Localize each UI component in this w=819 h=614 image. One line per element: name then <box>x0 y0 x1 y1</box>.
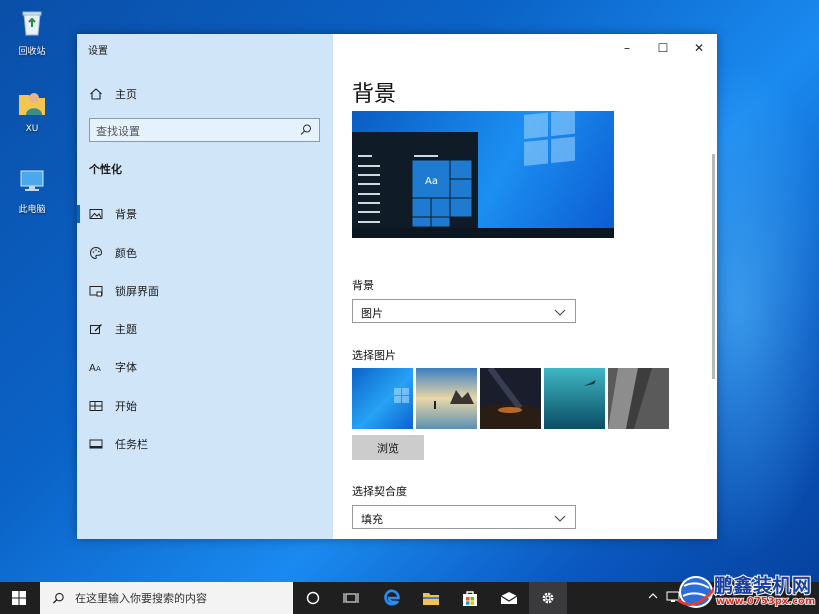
desktop-icon-label: XU <box>25 124 39 134</box>
minimize-button[interactable]: – <box>609 34 645 62</box>
windows-start-icon <box>12 591 26 605</box>
thumbnail-rock-cliff[interactable] <box>608 368 669 429</box>
settings-nav-pane: 设置 主页 查找设置 个性化 背景 颜色 锁屏界面 主题 A A 字体 开始 任… <box>77 34 333 539</box>
nav-item-label: 颜色 <box>115 247 137 260</box>
search-icon <box>300 124 311 135</box>
search-icon <box>52 592 64 604</box>
watermark-url: www.0753px.com <box>715 595 816 608</box>
nav-item-label: 任务栏 <box>115 438 148 451</box>
dropdown-value: 填充 <box>361 513 383 526</box>
chevron-down-icon <box>554 309 566 316</box>
desktop-icon-this-pc[interactable]: 此电脑 <box>8 166 56 215</box>
computer-icon <box>20 170 44 191</box>
lock-screen-icon <box>89 286 103 297</box>
palette-icon <box>89 246 103 260</box>
dropdown-value: 图片 <box>361 307 383 320</box>
window-caption-buttons: – ☐ ✕ <box>609 34 717 62</box>
nav-item-colors[interactable]: 颜色 <box>77 240 333 266</box>
store-bag-icon <box>463 591 477 606</box>
svg-text:A: A <box>96 365 101 373</box>
nav-item-fonts[interactable]: A A 字体 <box>77 354 333 380</box>
start-button[interactable] <box>0 582 38 614</box>
taskbar-app-edge[interactable] <box>373 582 411 614</box>
preview-illustration: Aa <box>352 111 614 238</box>
desktop-icon-label: 回收站 <box>18 47 46 57</box>
search-placeholder: 查找设置 <box>96 125 140 138</box>
taskbar-app-mail[interactable] <box>490 582 528 614</box>
preview-taskbar <box>352 228 614 238</box>
nav-item-taskbar[interactable]: 任务栏 <box>77 431 333 457</box>
nav-item-label: 字体 <box>115 361 137 374</box>
start-tiles-icon <box>89 401 103 411</box>
gear-icon <box>542 592 554 604</box>
taskbar-icon <box>89 439 103 449</box>
nav-item-label: 锁屏界面 <box>115 285 159 298</box>
picture-thumbnails <box>352 368 669 429</box>
nav-home-button[interactable]: 主页 <box>89 86 137 102</box>
thumbnail-night-sky[interactable] <box>480 368 541 429</box>
chevron-down-icon <box>554 515 566 522</box>
recycle-bin-icon <box>22 11 42 36</box>
edge-browser-icon <box>384 589 400 606</box>
settings-content-pane: – ☐ ✕ 背景 Aa 背景 图片 选择图片 浏览 选择契合度 填充 <box>333 34 717 539</box>
taskbar-app-file-explorer[interactable] <box>412 582 450 614</box>
settings-window: 设置 主页 查找设置 个性化 背景 颜色 锁屏界面 主题 A A 字体 开始 任… <box>77 34 717 539</box>
cortana-circle-icon <box>306 591 320 605</box>
taskbar-search-placeholder: 在这里输入你要搜索的内容 <box>75 592 207 605</box>
taskbar-app-settings[interactable] <box>529 582 567 614</box>
nav-item-themes[interactable]: 主题 <box>77 316 333 342</box>
folder-icon <box>423 592 439 605</box>
thumbnail-underwater[interactable] <box>544 368 605 429</box>
theme-brush-icon <box>90 324 102 334</box>
picture-icon <box>89 209 103 219</box>
background-type-label: 背景 <box>352 279 374 292</box>
mail-envelope-icon <box>500 592 518 604</box>
user-folder-icon <box>19 93 45 115</box>
fit-label: 选择契合度 <box>352 485 407 498</box>
choose-picture-label: 选择图片 <box>352 349 396 362</box>
page-title: 背景 <box>352 82 397 107</box>
thumbnail-windows-blue[interactable] <box>352 368 413 429</box>
task-view-icon <box>343 593 359 603</box>
nav-home-label: 主页 <box>115 88 137 101</box>
nav-item-background[interactable]: 背景 <box>77 201 333 227</box>
chevron-up-icon[interactable] <box>648 591 658 601</box>
watermark-name: 鹏鑫装机网 <box>713 574 812 598</box>
font-icon: A A <box>89 363 101 374</box>
nav-item-start[interactable]: 开始 <box>77 393 333 419</box>
window-title: 设置 <box>88 46 108 57</box>
nav-item-lock-screen[interactable]: 锁屏界面 <box>77 278 333 304</box>
nav-section-title: 个性化 <box>89 163 122 176</box>
nav-item-label: 开始 <box>115 400 137 413</box>
taskbar-app-store[interactable] <box>451 582 489 614</box>
preview-sample-text: Aa <box>425 176 438 187</box>
nav-item-label: 背景 <box>115 208 137 221</box>
desktop-icon-label: 此电脑 <box>18 205 46 215</box>
home-icon <box>90 88 102 100</box>
task-view-button[interactable] <box>332 582 370 614</box>
background-preview: Aa <box>352 111 614 238</box>
svg-text:A: A <box>89 363 96 374</box>
fit-dropdown[interactable]: 填充 <box>352 505 576 529</box>
close-button[interactable]: ✕ <box>681 34 717 62</box>
desktop-icon-user-folder[interactable]: XU <box>8 88 56 134</box>
content-scrollbar[interactable] <box>712 154 715 379</box>
windows-logo-watermark <box>524 111 575 166</box>
background-type-dropdown[interactable]: 图片 <box>352 299 576 323</box>
nav-item-label: 主题 <box>115 323 137 336</box>
browse-button[interactable]: 浏览 <box>352 435 424 460</box>
site-watermark: 鹏鑫装机网 www.0753px.com <box>676 568 819 614</box>
settings-search-input[interactable]: 查找设置 <box>89 118 320 142</box>
thumbnail-beach-rocks[interactable] <box>416 368 477 429</box>
taskbar-search-box[interactable]: 在这里输入你要搜索的内容 <box>40 582 293 614</box>
cortana-button[interactable] <box>294 582 332 614</box>
maximize-button[interactable]: ☐ <box>645 34 681 62</box>
desktop-icon-recycle-bin[interactable]: 回收站 <box>8 8 56 57</box>
